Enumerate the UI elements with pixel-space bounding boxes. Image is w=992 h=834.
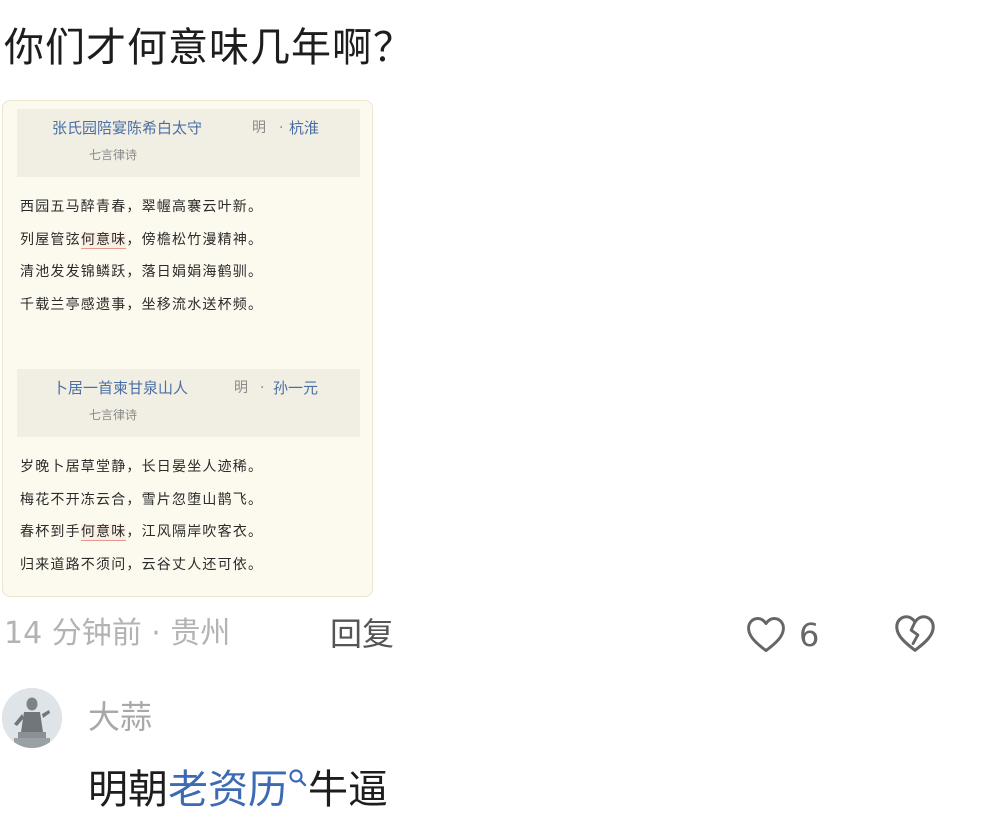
poem-form: 七言律诗 — [89, 148, 138, 162]
broken-heart-icon — [895, 615, 935, 652]
heart-outline-icon — [747, 617, 785, 653]
poem-separator: · — [260, 380, 265, 396]
search-link[interactable]: 老资历 — [168, 767, 288, 813]
comment-meta-row: 14 分钟前 · 贵州 回复 6 — [0, 609, 992, 661]
poem-author: 孙一元 — [273, 379, 319, 397]
statue-avatar-icon — [2, 688, 62, 748]
reply-item: 大蒜 明朝老资历 牛逼 — [0, 688, 992, 834]
comment-text: 你们才何意味几年啊？ — [4, 25, 414, 71]
highlighted-phrase: 何意味 — [80, 524, 127, 541]
poem-lines: 岁晚卜居草堂静，长日晏坐人迹稀。 梅花不开冻云合，雪片忽堕山鹊飞。 春杯到手何意… — [3, 437, 372, 581]
poem-header: 卜居一首柬甘泉山人 明 · 孙一元 七言律诗 — [17, 369, 360, 437]
poem-form: 七言律诗 — [89, 408, 138, 422]
poem-line: 列屋管弦何意味，傍檐松竹漫精神。 — [20, 231, 264, 249]
search-mark-icon[interactable] — [288, 768, 308, 792]
poem-line: 春杯到手何意味，江风隔岸吹客衣。 — [20, 524, 264, 541]
poem-dynasty: 明 — [252, 120, 266, 136]
poem-dynasty: 明 — [234, 380, 248, 396]
like-count: 6 — [799, 616, 820, 654]
poem-author: 杭淮 — [289, 119, 320, 137]
comment-time-location: 14 分钟前 · 贵州 — [4, 616, 231, 651]
reply-button[interactable]: 回复 — [330, 613, 394, 655]
poem-screenshot-card: 张氏园陪宴陈希白太守 明 · 杭淮 七言律诗 西园五马醉青春，翠幄高褰云叶新。 … — [2, 100, 373, 597]
poem-title: 卜居一首柬甘泉山人 — [53, 379, 189, 397]
reply-text: 明朝老资历 牛逼 — [88, 767, 388, 813]
poem-block: 张氏园陪宴陈希白太守 明 · 杭淮 七言律诗 西园五马醉青春，翠幄高褰云叶新。 … — [3, 109, 372, 321]
highlighted-phrase: 何意味 — [80, 231, 127, 249]
like-button[interactable]: 6 — [744, 611, 844, 659]
poem-separator: · — [279, 120, 284, 136]
avatar[interactable] — [2, 688, 62, 748]
poem-line: 千载兰亭感遗事，坐移流水送杯频。 — [20, 296, 264, 313]
reply-username[interactable]: 大蒜 — [88, 696, 152, 738]
poem-title: 张氏园陪宴陈希白太守 — [52, 119, 203, 137]
poem-line: 清池发发锦鳞跃，落日娟娟海鹤驯。 — [20, 264, 264, 280]
dislike-button[interactable] — [892, 611, 940, 659]
poem-block: 卜居一首柬甘泉山人 明 · 孙一元 七言律诗 岁晚卜居草堂静，长日晏坐人迹稀。 … — [3, 369, 372, 581]
poem-header: 张氏园陪宴陈希白太守 明 · 杭淮 七言律诗 — [17, 109, 360, 177]
poem-line: 梅花不开冻云合，雪片忽堕山鹊飞。 — [20, 491, 264, 508]
poem-line: 归来道路不须问，云谷丈人还可依。 — [20, 556, 264, 573]
poem-line: 西园五马醉青春，翠幄高褰云叶新。 — [20, 199, 264, 215]
poem-lines: 西园五马醉青春，翠幄高褰云叶新。 列屋管弦何意味，傍檐松竹漫精神。 清池发发锦鳞… — [3, 177, 372, 321]
poem-line: 岁晚卜居草堂静，长日晏坐人迹稀。 — [20, 459, 264, 475]
